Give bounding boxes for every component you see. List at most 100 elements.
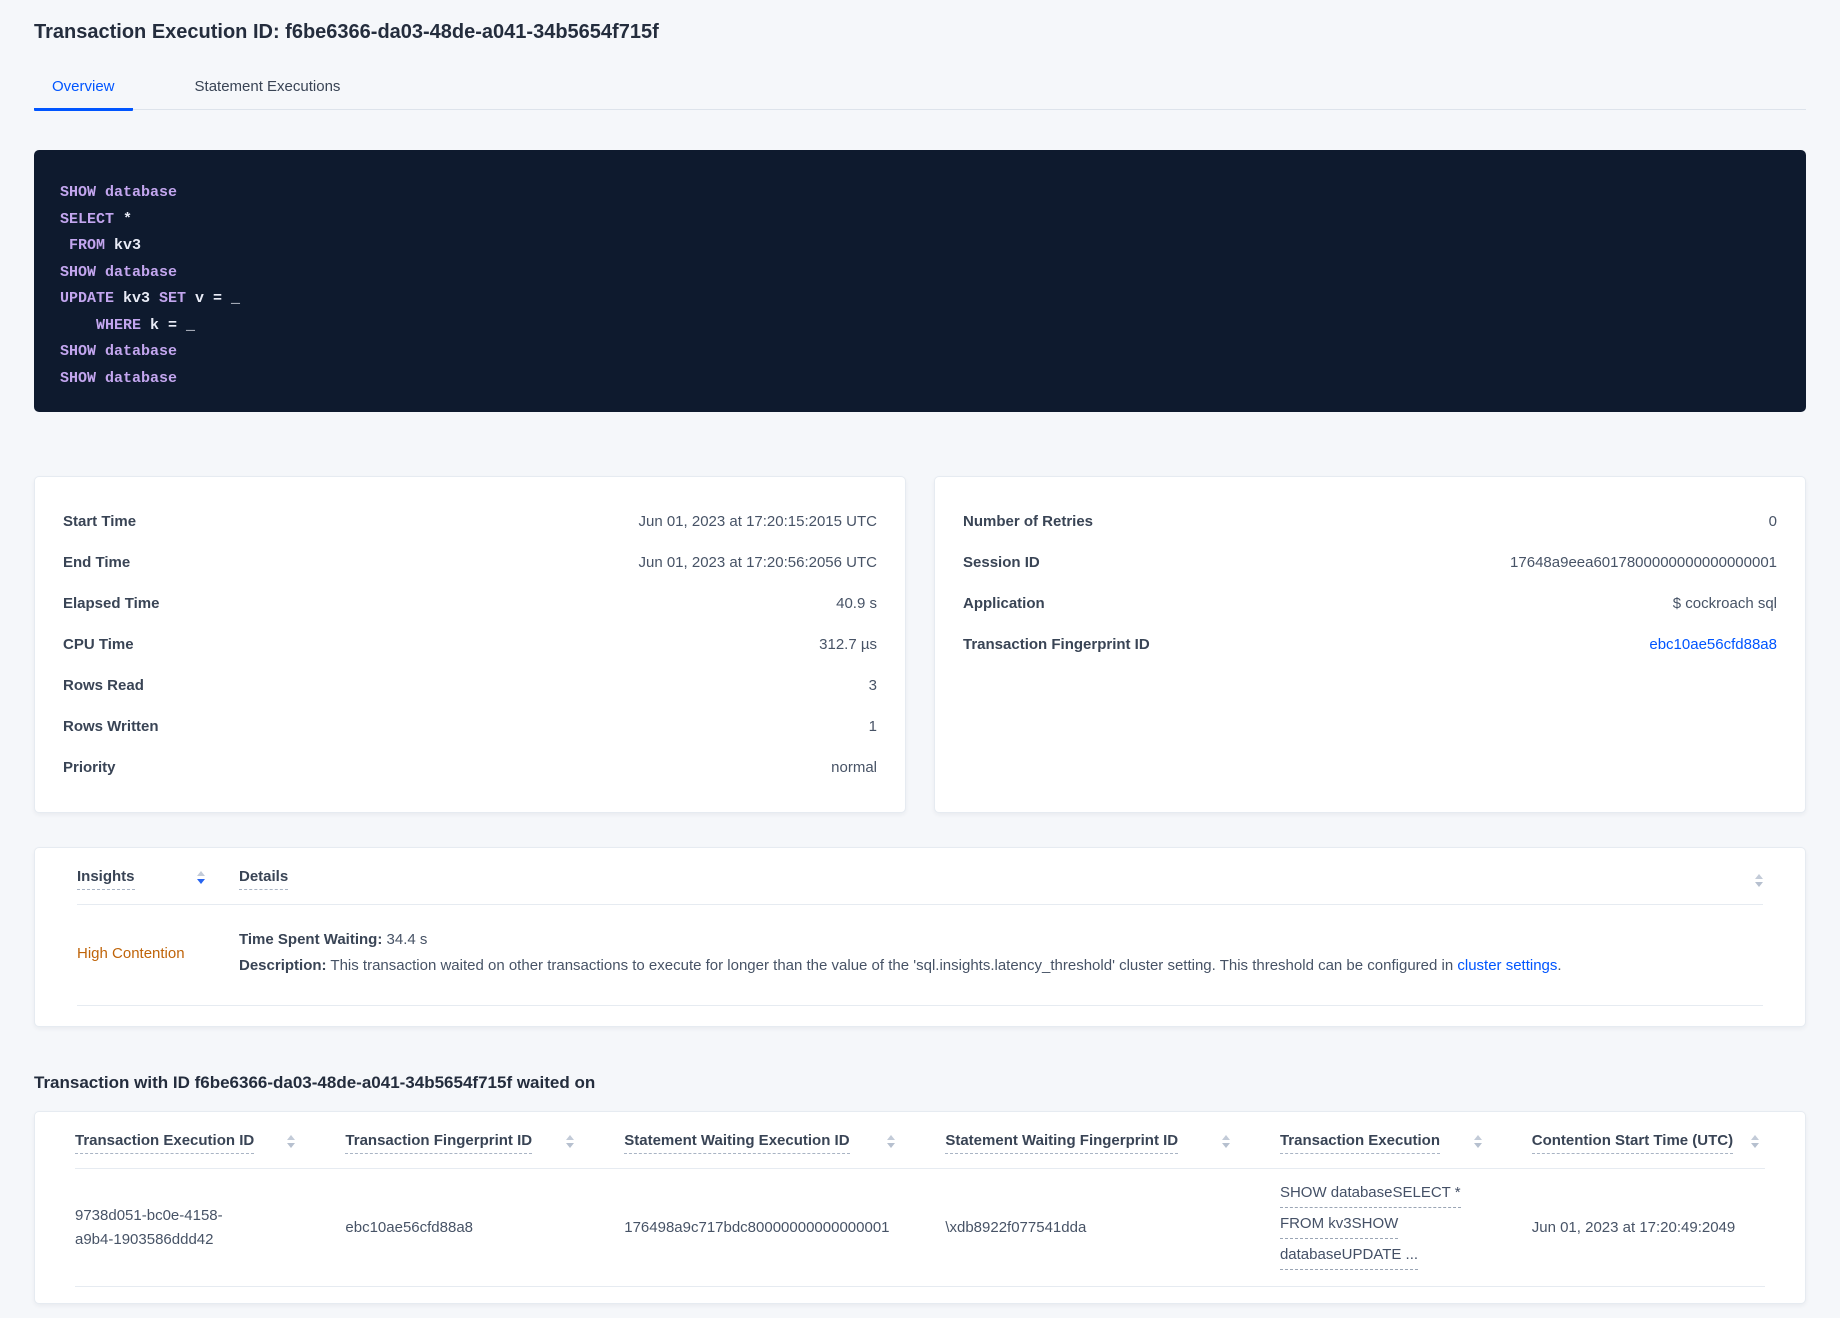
- sql-line: SELECT *: [60, 210, 133, 228]
- summary-row-rows-written: Rows Written 1: [63, 706, 877, 747]
- column-label[interactable]: Contention Start Time (UTC): [1531, 1132, 1734, 1154]
- waited-on-table: Transaction Execution ID Transaction Fin…: [34, 1111, 1806, 1304]
- tab-overview[interactable]: Overview: [34, 70, 133, 111]
- cell-statement-waiting-fingerprint-id: \xdb8922f077541dda: [945, 1216, 1280, 1240]
- caret-up-icon: [287, 1135, 296, 1140]
- summary-card-left: Start Time Jun 01, 2023 at 17:20:15:2015…: [34, 476, 906, 813]
- caret-down-icon: [1473, 1143, 1482, 1148]
- row-value: Jun 01, 2023 at 17:20:15:2015 UTC: [638, 513, 877, 530]
- sort-icon: [1755, 874, 1763, 887]
- cell-value: Jun 01, 2023 at 17:20:49:2049: [1531, 1218, 1736, 1236]
- summary-row-cpu-time: CPU Time 312.7 µs: [63, 624, 877, 665]
- transaction-fingerprint-link[interactable]: ebc10ae56cfd88a8: [1649, 636, 1777, 653]
- sql-line: WHERE k = _: [96, 316, 196, 334]
- tab-statement-executions-label: Statement Executions: [194, 78, 341, 95]
- insights-column-label[interactable]: Insights: [77, 868, 135, 890]
- row-label: Rows Written: [63, 718, 159, 735]
- details-column-label[interactable]: Details: [239, 868, 289, 890]
- caret-up-icon: [1751, 1135, 1759, 1140]
- tab-bar: Overview Statement Executions: [34, 70, 1806, 111]
- caret-down-icon: [1751, 1143, 1759, 1148]
- column-header-transaction-fingerprint-id: Transaction Fingerprint ID: [345, 1132, 624, 1154]
- column-header-contention-start-time: Contention Start Time (UTC): [1531, 1132, 1765, 1154]
- description-label: Description:: [239, 957, 327, 974]
- row-value: 312.7 µs: [819, 636, 877, 653]
- sql-line: SHOW database: [60, 369, 178, 387]
- description-line: Description: This transaction waited on …: [239, 953, 1562, 979]
- column-label[interactable]: Statement Waiting Fingerprint ID: [945, 1132, 1179, 1154]
- summary-row-start-time: Start Time Jun 01, 2023 at 17:20:15:2015…: [63, 501, 877, 542]
- row-value: 3: [868, 677, 877, 694]
- transaction-details-page: Transaction Execution ID: f6be6366-da03-…: [0, 0, 1840, 1304]
- row-value: 0: [1768, 513, 1777, 530]
- cluster-settings-link[interactable]: cluster settings: [1457, 957, 1557, 974]
- row-value: 17648a9eea6017800000000000000001: [1510, 554, 1777, 571]
- row-label: End Time: [63, 554, 131, 571]
- row-label: Priority: [63, 759, 116, 776]
- caret-up-icon: [566, 1135, 575, 1140]
- summary-row-rows-read: Rows Read 3: [63, 665, 877, 706]
- table-row: 9738d051-bc0e-4158-a9b4-1903586ddd42 ebc…: [75, 1169, 1765, 1287]
- row-label: Transaction Fingerprint ID: [963, 636, 1150, 653]
- link-line: databaseUPDATE ...: [1279, 1243, 1419, 1270]
- column-header-statement-waiting-fingerprint-id: Statement Waiting Fingerprint ID: [945, 1132, 1280, 1154]
- column-label[interactable]: Statement Waiting Execution ID: [624, 1132, 850, 1154]
- column-label[interactable]: Transaction Execution: [1279, 1132, 1440, 1154]
- sql-line: SHOW database: [60, 343, 178, 360]
- cell-value: ebc10ae56cfd88a8: [345, 1218, 474, 1236]
- insight-details: Time Spent Waiting: 34.4 s Description: …: [239, 927, 1562, 979]
- description-suffix: .: [1557, 957, 1562, 974]
- cell-statement-waiting-execution-id: 176498a9c717bdc80000000000000001: [624, 1216, 945, 1240]
- column-header-statement-waiting-execution-id: Statement Waiting Execution ID: [624, 1132, 945, 1154]
- insights-table: Insights Details High Contention Time Sp…: [34, 847, 1806, 1027]
- cell-value: \xdb8922f077541dda: [945, 1218, 1087, 1236]
- caret-up-icon: [1473, 1135, 1482, 1140]
- row-value: Jun 01, 2023 at 17:20:56:2056 UTC: [638, 554, 877, 571]
- waiting-label: Time Spent Waiting:: [239, 931, 383, 948]
- sql-statement-box: SHOW database SELECT * FROM kv3 SHOW datab…: [34, 150, 1806, 412]
- caret-up-icon: [887, 1135, 896, 1140]
- waiting-value: 34.4 s: [382, 931, 428, 948]
- caret-down-icon: [197, 879, 205, 884]
- transaction-execution-link[interactable]: SHOW databaseSELECT * FROM kv3SHOW datab…: [1279, 1181, 1512, 1270]
- row-value: $ cockroach sql: [1672, 595, 1777, 612]
- summary-row-session-id: Session ID 17648a9eea6017800000000000000…: [963, 542, 1777, 583]
- sort-icon: [197, 871, 205, 890]
- caret-down-icon: [1755, 882, 1763, 887]
- sort-icon: [887, 1135, 896, 1148]
- caret-up-icon: [1221, 1135, 1230, 1140]
- caret-down-icon: [887, 1143, 896, 1148]
- row-label: Application: [963, 595, 1045, 612]
- summary-row-elapsed-time: Elapsed Time 40.9 s: [63, 583, 877, 624]
- sort-icon: [566, 1135, 575, 1148]
- details-column-header: Details: [239, 868, 289, 890]
- row-label: Rows Read: [63, 677, 144, 694]
- insights-column-header: Insights: [77, 868, 239, 890]
- summary-card-right: Number of Retries 0 Session ID 17648a9ee…: [934, 476, 1806, 813]
- link-line: SHOW databaseSELECT *: [1279, 1181, 1461, 1208]
- column-label[interactable]: Transaction Execution ID: [75, 1132, 255, 1154]
- row-value: 40.9 s: [836, 595, 877, 612]
- link-line: FROM kv3SHOW: [1279, 1212, 1399, 1239]
- cell-contention-start-time: Jun 01, 2023 at 17:20:49:2049: [1532, 1216, 1765, 1240]
- sql-line: SHOW database: [60, 184, 178, 201]
- summary-row-application: Application $ cockroach sql: [963, 583, 1777, 624]
- description-text: This transaction waited on other transac…: [326, 957, 1458, 974]
- tab-statement-executions[interactable]: Statement Executions: [177, 70, 359, 111]
- cell-transaction-execution: SHOW databaseSELECT * FROM kv3SHOW datab…: [1279, 1181, 1532, 1274]
- cell-value: 9738d051-bc0e-4158-a9b4-1903586ddd42: [75, 1206, 223, 1248]
- sort-icon: [1751, 1135, 1759, 1148]
- caret-down-icon: [566, 1143, 575, 1148]
- caret-down-icon: [287, 1143, 296, 1148]
- cell-value: 176498a9c717bdc80000000000000001: [624, 1218, 890, 1236]
- sort-icon: [1221, 1135, 1230, 1148]
- row-label: Session ID: [963, 554, 1040, 571]
- summary-row-transaction-fingerprint-id: Transaction Fingerprint ID ebc10ae56cfd8…: [963, 624, 1777, 665]
- tab-overview-label: Overview: [52, 78, 115, 95]
- column-label[interactable]: Transaction Fingerprint ID: [345, 1132, 533, 1154]
- row-value: normal: [831, 759, 877, 776]
- row-label: Start Time: [63, 513, 137, 530]
- waited-on-table-header: Transaction Execution ID Transaction Fin…: [75, 1112, 1765, 1169]
- summary-row-priority: Priority normal: [63, 747, 877, 788]
- time-spent-waiting-line: Time Spent Waiting: 34.4 s: [239, 927, 1562, 953]
